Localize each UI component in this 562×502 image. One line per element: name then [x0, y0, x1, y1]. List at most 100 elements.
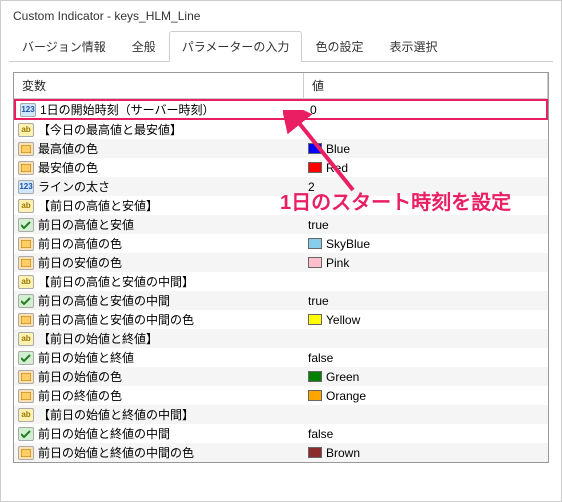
table-row[interactable]: 前日の高値と安値true — [14, 215, 548, 234]
str-type-icon: ab — [18, 199, 34, 213]
param-label: ラインの太さ — [38, 178, 110, 195]
param-label: 前日の安値の色 — [38, 254, 122, 271]
param-name: 前日の始値と終値 — [14, 348, 304, 367]
table-row[interactable]: 123 1日の開始時刻（サーバー時刻） 0 — [14, 99, 548, 120]
param-value[interactable]: 2 — [304, 177, 548, 196]
value-text: Pink — [326, 256, 349, 270]
param-name: 前日の終値の色 — [14, 386, 304, 405]
param-label: 【前日の高値と安値】 — [38, 197, 158, 214]
tab-4[interactable]: 表示選択 — [376, 31, 450, 62]
param-value[interactable]: Yellow — [304, 310, 548, 329]
window: Custom Indicator - keys_HLM_Line バージョン情報… — [0, 0, 562, 502]
table-row[interactable]: ab 【前日の高値と安値】 — [14, 196, 548, 215]
param-name: 最高値の色 — [14, 139, 304, 158]
table-row[interactable]: 前日の高値と安値の中間 true — [14, 291, 548, 310]
table-row[interactable]: 前日の始値の色 Green — [14, 367, 548, 386]
param-value[interactable]: Orange — [304, 386, 548, 405]
param-name: 前日の高値と安値 — [14, 215, 304, 234]
col-type-icon — [18, 313, 34, 327]
col-type-icon — [18, 446, 34, 460]
color-swatch — [308, 257, 322, 268]
param-name: 前日の高値と安値の中間の色 — [14, 310, 304, 329]
param-value[interactable]: Brown — [304, 443, 548, 462]
column-header-value[interactable]: 値 — [304, 73, 548, 98]
tab-1[interactable]: 全般 — [119, 31, 169, 62]
param-name: ab 【前日の高値と安値】 — [14, 196, 304, 215]
tab-0[interactable]: バージョン情報 — [9, 31, 119, 62]
param-label: 【前日の高値と安値の中間】 — [38, 273, 194, 290]
value-text: false — [308, 427, 333, 441]
value-text: Orange — [326, 389, 366, 403]
color-swatch — [308, 238, 322, 249]
param-value[interactable]: 0 — [306, 101, 546, 118]
table-row[interactable]: 123ラインの太さ2 — [14, 177, 548, 196]
value-text: Blue — [326, 142, 350, 156]
table-row[interactable]: 前日の始値と終値 false — [14, 348, 548, 367]
color-swatch — [308, 447, 322, 458]
param-label: 前日の始値と終値の中間の色 — [38, 444, 194, 461]
table-row[interactable]: 前日の高値と安値の中間の色 Yellow — [14, 310, 548, 329]
param-value[interactable]: Red — [304, 158, 548, 177]
param-label: 【前日の始値と終値の中間】 — [38, 406, 194, 423]
param-label: 【前日の始値と終値】 — [38, 330, 158, 347]
table-row[interactable]: 前日の始値と終値の中間の色 Brown — [14, 443, 548, 462]
param-value[interactable] — [304, 196, 548, 215]
window-title: Custom Indicator - keys_HLM_Line — [1, 1, 561, 31]
param-label: 前日の始値の色 — [38, 368, 122, 385]
table-row[interactable]: 前日の安値の色 Pink — [14, 253, 548, 272]
str-type-icon: ab — [18, 123, 34, 137]
param-label: 1日の開始時刻（サーバー時刻） — [40, 101, 215, 118]
color-swatch — [308, 314, 322, 325]
table-row[interactable]: 前日の始値と終値の中間false — [14, 424, 548, 443]
str-type-icon: ab — [18, 275, 34, 289]
param-label: 前日の始値と終値 — [38, 349, 134, 366]
table-row[interactable]: 最安値の色Red — [14, 158, 548, 177]
color-swatch — [308, 162, 322, 173]
str-type-icon: ab — [18, 408, 34, 422]
param-value[interactable] — [304, 329, 548, 348]
param-value[interactable]: Pink — [304, 253, 548, 272]
param-value[interactable] — [304, 405, 548, 424]
param-value[interactable] — [304, 272, 548, 291]
table-row[interactable]: ab 【前日の始値と終値の中間】 — [14, 405, 548, 424]
param-value[interactable]: true — [304, 215, 548, 234]
col-type-icon — [18, 370, 34, 384]
table-row[interactable]: 前日の高値の色SkyBlue — [14, 234, 548, 253]
col-type-icon — [18, 256, 34, 270]
grid-header: 変数 値 — [14, 73, 548, 99]
param-value[interactable]: Green — [304, 367, 548, 386]
tab-2[interactable]: パラメーターの入力 — [169, 31, 303, 62]
column-header-variable[interactable]: 変数 — [14, 73, 304, 98]
value-text: Green — [326, 370, 359, 384]
value-text: SkyBlue — [326, 237, 370, 251]
param-name: 前日の高値と安値の中間 — [14, 291, 304, 310]
param-label: 前日の高値と安値の中間の色 — [38, 311, 194, 328]
param-name: 前日の始値の色 — [14, 367, 304, 386]
table-row[interactable]: ab 【今日の最高値と最安値】 — [14, 120, 548, 139]
param-value[interactable]: true — [304, 291, 548, 310]
param-name: ab 【前日の始値と終値の中間】 — [14, 405, 304, 424]
table-row[interactable]: 前日の終値の色 Orange — [14, 386, 548, 405]
param-value[interactable]: Blue — [304, 139, 548, 158]
param-name: ab 【今日の最高値と最安値】 — [14, 120, 304, 139]
param-label: 【今日の最高値と最安値】 — [38, 121, 182, 138]
value-text: true — [308, 294, 329, 308]
value-text: false — [308, 351, 333, 365]
value-text: Yellow — [326, 313, 360, 327]
value-text: Red — [326, 161, 348, 175]
bool-type-icon — [18, 427, 34, 441]
param-label: 前日の高値と安値の中間 — [38, 292, 170, 309]
param-value[interactable]: SkyBlue — [304, 234, 548, 253]
str-type-icon: ab — [18, 332, 34, 346]
param-name: ab 【前日の高値と安値の中間】 — [14, 272, 304, 291]
param-value[interactable] — [304, 120, 548, 139]
param-name: ab 【前日の始値と終値】 — [14, 329, 304, 348]
table-row[interactable]: ab 【前日の高値と安値の中間】 — [14, 272, 548, 291]
table-row[interactable]: ab 【前日の始値と終値】 — [14, 329, 548, 348]
param-value[interactable]: false — [304, 424, 548, 443]
param-value[interactable]: false — [304, 348, 548, 367]
table-row[interactable]: 最高値の色 Blue — [14, 139, 548, 158]
tab-3[interactable]: 色の設定 — [302, 31, 376, 62]
num-type-icon: 123 — [20, 103, 36, 117]
value-text: Brown — [326, 446, 360, 460]
